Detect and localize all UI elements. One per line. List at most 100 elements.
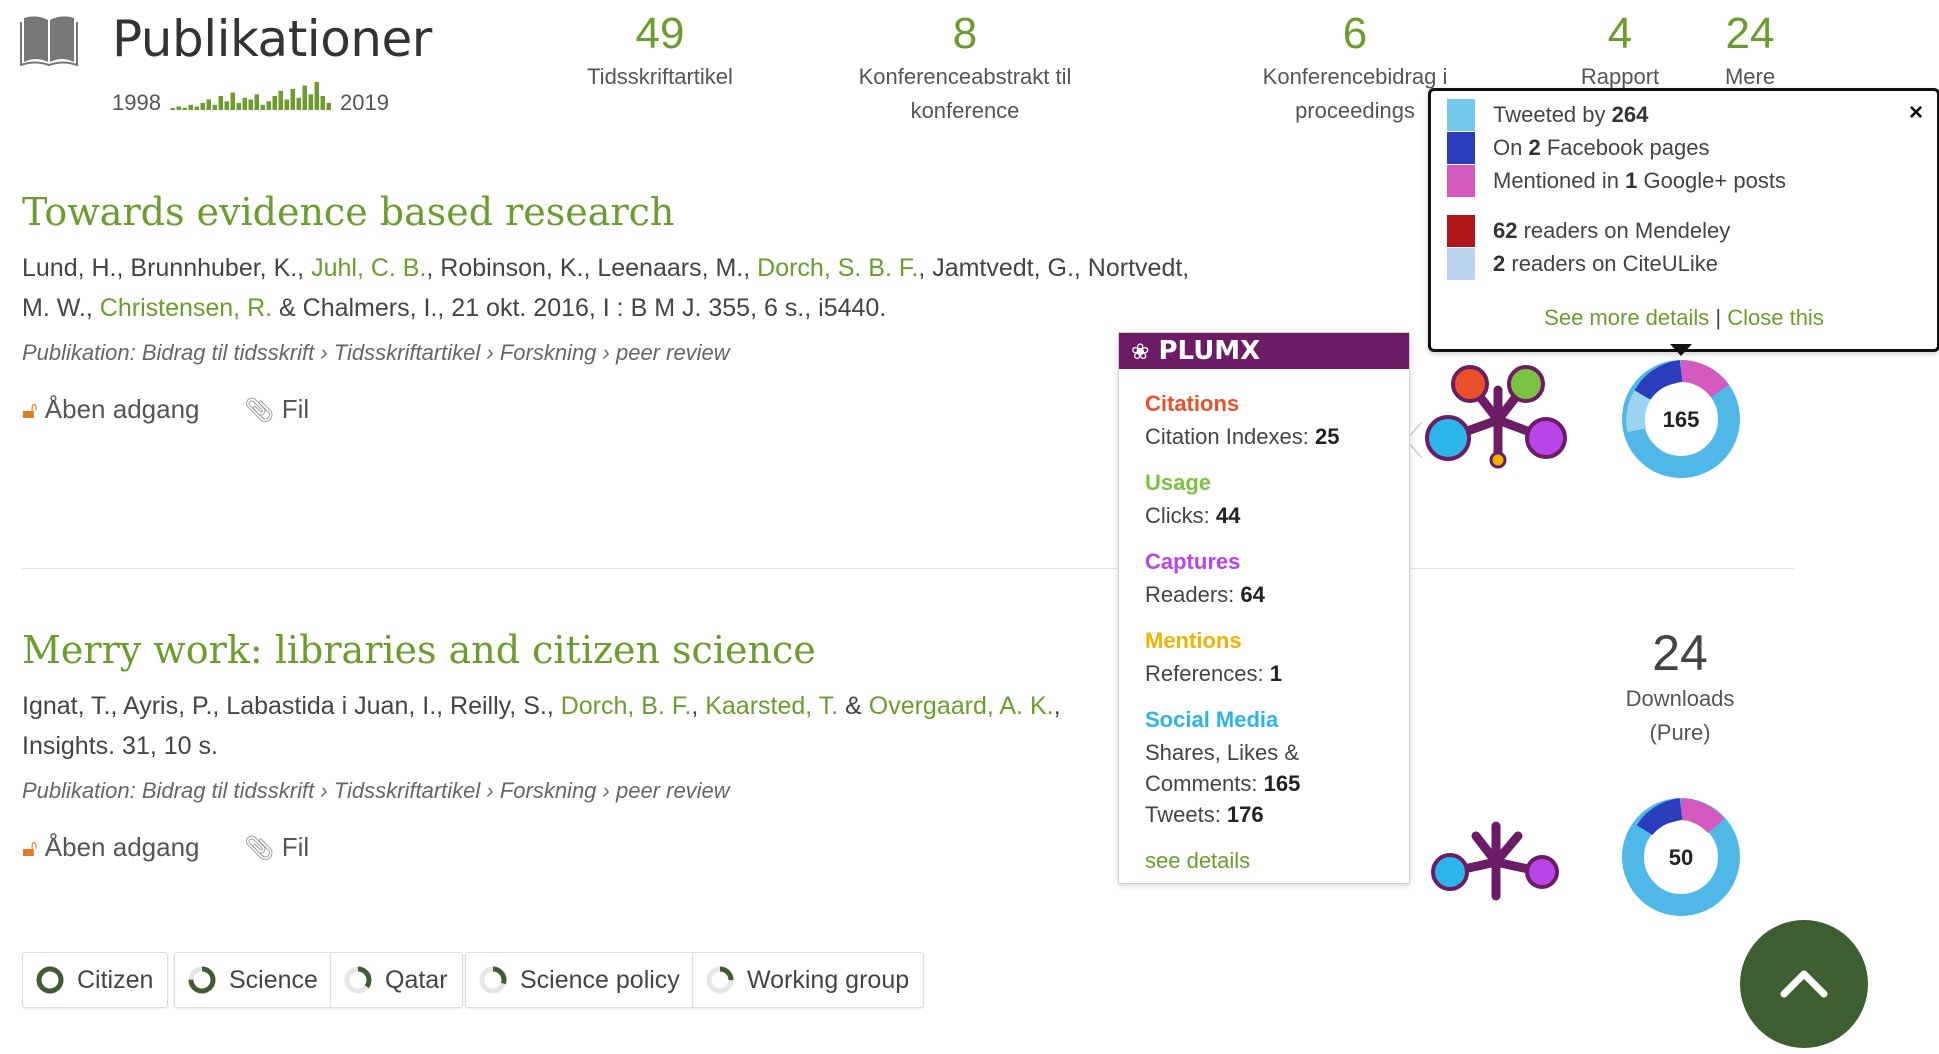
histogram-bar [200, 103, 205, 110]
file-link[interactable]: 📎︎ Fil [244, 832, 309, 863]
histogram-bar [218, 96, 223, 110]
stat-label: Konferenceabstrakt til [858, 64, 1072, 89]
year-start: 1998 [112, 90, 161, 115]
close-icon[interactable]: × [1909, 99, 1923, 127]
plumx-flower-widget[interactable] [1418, 360, 1570, 476]
histogram-bar [320, 96, 325, 110]
histogram-bar [176, 106, 181, 110]
unlocked-icon: 🔓︎ [22, 397, 38, 424]
author-text: & Chalmers, I., 21 okt. 2016, I : B M J.… [272, 294, 887, 322]
publication-year-histogram[interactable] [170, 80, 332, 110]
histogram-bar [242, 97, 247, 110]
altmetric-source-text: 2 readers on CiteULike [1493, 251, 1719, 276]
plumx-category: Usage [1145, 470, 1212, 495]
author-text: , Jamtvedt, G., Nortvedt, [918, 254, 1190, 282]
relevance-ring-icon [479, 966, 507, 994]
keyword-chip[interactable]: Qatar [330, 952, 463, 1008]
stat-count: 4 [1607, 9, 1633, 58]
keyword-chip[interactable]: Citizen [22, 952, 169, 1008]
histogram-bar [308, 94, 313, 110]
histogram-bar [278, 90, 283, 110]
metric-label: Clicks: [1145, 503, 1216, 528]
metric-label: Comments: [1145, 771, 1264, 796]
stat-count: 49 [635, 9, 685, 58]
altmetric-source-row: Mentioned in 1 Google+ posts [1447, 165, 1786, 197]
plumx-category: Captures [1145, 549, 1241, 574]
altmetric-donut[interactable]: 50 [1620, 796, 1742, 918]
relevance-ring-icon [36, 966, 64, 994]
paperclip-icon: 📎︎ [244, 835, 275, 862]
file-link[interactable]: 📎︎ Fil [244, 394, 309, 425]
plumx-group: Mentions References: 1 [1145, 628, 1409, 689]
downloads-counter: 24 Downloads (Pure) [1600, 624, 1760, 750]
relevance-ring-icon [344, 966, 372, 994]
altmetric-source-row: 2 readers on CiteULike [1447, 248, 1718, 280]
author-link[interactable]: Juhl, C. B. [311, 254, 426, 282]
keyword-chip[interactable]: Science policy [465, 952, 695, 1008]
histogram-bar [302, 85, 307, 110]
publication-type: Publikation: Bidrag til tidsskrift › Tid… [22, 778, 730, 803]
stat-journal-article[interactable]: 49 Tidsskriftartikel [560, 8, 760, 94]
histogram-bar [272, 96, 277, 110]
altmetric-donut[interactable]: 165 [1620, 358, 1742, 480]
keyword-chip[interactable]: Science [174, 952, 333, 1008]
author-text: , [691, 692, 706, 720]
stat-conference-abstract[interactable]: 8 Konferenceabstrakt til konference [840, 8, 1090, 128]
altmetric-source-text: Mentioned in 1 Google+ posts [1493, 168, 1786, 193]
author-text: , [1053, 692, 1061, 720]
metric-value: 1 [1269, 661, 1282, 686]
author-link[interactable]: Kaarsted, T. [705, 692, 838, 720]
histogram-bar [224, 101, 229, 110]
tooltip-pointer [1670, 344, 1692, 356]
stat-count: 6 [1342, 9, 1368, 58]
histogram-bar [170, 108, 175, 110]
plumx-metric: Readers: 64 [1145, 579, 1409, 610]
histogram-bar [206, 99, 211, 110]
keyword-label: Science [229, 965, 318, 994]
stat-label: Tidsskriftartikel [587, 64, 733, 89]
keyword-label: Citizen [77, 965, 154, 994]
page-title: Publikationer [112, 10, 432, 68]
metric-value: 165 [1263, 771, 1301, 796]
scroll-to-top-button[interactable] [1740, 920, 1868, 1048]
file-label: Fil [281, 394, 310, 424]
keyword-chip[interactable]: Working group [692, 952, 925, 1008]
histogram-bar [254, 94, 259, 110]
open-access-label: Åben adgang [44, 394, 200, 424]
open-access-link[interactable]: 🔓︎ Åben adgang [22, 832, 200, 863]
author-link[interactable]: Overgaard, A. K. [869, 692, 1054, 720]
plumx-metric: Citation Indexes: 25 [1145, 421, 1409, 452]
plumx-category: Mentions [1145, 628, 1242, 653]
see-more-details-link[interactable]: See more details [1544, 305, 1709, 330]
metric-label: Shares, Likes & [1145, 740, 1300, 765]
author-text: , Robinson, K., Leenaars, M., [426, 254, 758, 282]
relevance-ring-icon [706, 966, 734, 994]
see-details-link[interactable]: see details [1145, 848, 1409, 874]
plumx-group: Captures Readers: 64 [1145, 549, 1409, 610]
author-link[interactable]: Christensen, R. [100, 294, 272, 322]
result-title-link[interactable]: Merry work: libraries and citizen scienc… [22, 628, 816, 672]
plumx-category: Social Media [1145, 707, 1279, 732]
stat-count: 24 [1725, 9, 1775, 58]
open-access-link[interactable]: 🔓︎ Åben adgang [22, 394, 200, 425]
result-authors: Lund, H., Brunnhuber, K., Juhl, C. B., R… [22, 248, 1282, 328]
plumx-metric: Tweets: 176 [1145, 799, 1409, 830]
altmetric-source-text: Tweeted by 264 [1493, 102, 1649, 127]
author-link[interactable]: Dorch, S. B. F. [757, 254, 918, 282]
plumx-flower-widget[interactable] [1420, 816, 1570, 906]
close-this-link[interactable]: Close this [1727, 305, 1824, 330]
author-link[interactable]: Dorch, B. F. [561, 692, 692, 720]
relevance-ring-icon [188, 966, 216, 994]
keyword-label: Qatar [385, 965, 448, 994]
histogram-bar [290, 89, 295, 110]
metric-label: Tweets: [1145, 802, 1227, 827]
altmetric-source-text: On 2 Facebook pages [1493, 135, 1710, 160]
histogram-bar [194, 106, 199, 110]
color-swatch [1447, 165, 1475, 197]
color-swatch [1447, 99, 1475, 131]
altmetric-score: 165 [1663, 407, 1700, 432]
histogram-bar [296, 97, 301, 110]
stat-report[interactable]: 4 Rapport [1560, 8, 1680, 94]
result-title-link[interactable]: Towards evidence based research [22, 190, 674, 234]
stat-more[interactable]: 24 Mere [1700, 8, 1800, 94]
